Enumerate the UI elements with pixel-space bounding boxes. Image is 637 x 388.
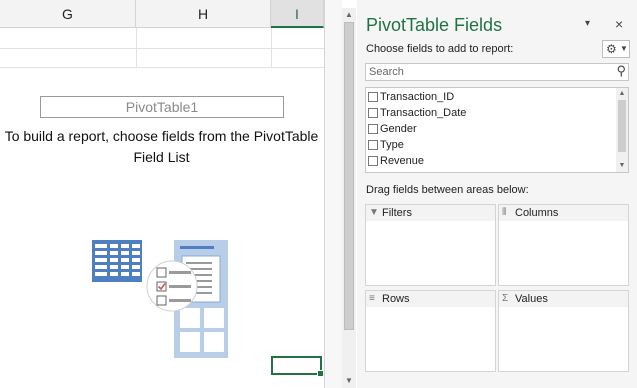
pivot-placeholder[interactable]: PivotTable1 To build a report, choose fi… bbox=[0, 68, 323, 388]
active-cell[interactable] bbox=[271, 356, 324, 377]
choose-fields-label: Choose fields to add to report: bbox=[366, 43, 514, 55]
filter-icon: ▼ bbox=[369, 207, 379, 218]
field-checkbox[interactable] bbox=[368, 140, 378, 150]
gear-icon: ⚙ bbox=[606, 42, 617, 56]
vertical-scrollbar[interactable]: ▲ ▼ bbox=[342, 8, 356, 388]
pivottable-fields-pane: PivotTable Fields ▾ × Choose fields to a… bbox=[357, 0, 637, 388]
fill-handle[interactable] bbox=[317, 370, 324, 377]
column-header-h[interactable]: H bbox=[136, 0, 271, 28]
field-label: Transaction_ID bbox=[380, 91, 455, 103]
pane-title: PivotTable Fields bbox=[366, 15, 503, 35]
area-header: Σ Values bbox=[499, 291, 628, 307]
pane-splitter[interactable] bbox=[324, 0, 342, 388]
field-list: Transaction_ID Transaction_Date Gender T… bbox=[365, 87, 629, 173]
column-gridline bbox=[136, 28, 137, 68]
tools-button[interactable]: ⚙ ▼ bbox=[602, 40, 630, 58]
columns-area[interactable]: ⦀ Columns bbox=[498, 204, 629, 286]
field-list-scrollbar[interactable]: ▲ ▼ bbox=[616, 88, 628, 172]
field-label: Type bbox=[380, 139, 404, 151]
scroll-thumb[interactable] bbox=[344, 22, 354, 330]
field-label: Gender bbox=[380, 123, 417, 135]
scroll-up-icon[interactable]: ▲ bbox=[616, 88, 628, 100]
area-title: Values bbox=[515, 293, 548, 305]
pivot-instruction: To build a report, choose fields from th… bbox=[0, 126, 323, 168]
task-pane-options-icon[interactable]: ▾ bbox=[585, 18, 590, 29]
scroll-down-icon[interactable]: ▼ bbox=[342, 374, 356, 388]
columns-icon: ⦀ bbox=[502, 207, 507, 218]
column-header-i[interactable]: I bbox=[271, 0, 324, 28]
field-item-gender[interactable]: Gender bbox=[366, 121, 614, 137]
worksheet[interactable]: G H I PivotTable1 To build a report, cho… bbox=[0, 0, 324, 388]
field-item-transaction-id[interactable]: Transaction_ID bbox=[366, 89, 614, 105]
pivot-instruction-line2: Field List bbox=[133, 149, 190, 165]
area-title: Filters bbox=[382, 207, 412, 219]
area-header: ≡ Rows bbox=[366, 291, 495, 307]
chevron-down-icon: ▼ bbox=[620, 44, 628, 53]
search-icon[interactable]: ⚲ bbox=[616, 63, 626, 79]
column-header-g[interactable]: G bbox=[0, 0, 136, 28]
field-checkbox[interactable] bbox=[368, 92, 378, 102]
scroll-up-icon[interactable]: ▲ bbox=[342, 8, 356, 22]
drag-fields-label: Drag fields between areas below: bbox=[366, 184, 529, 196]
row-gridline bbox=[0, 48, 324, 49]
area-title: Rows bbox=[382, 293, 410, 305]
rows-area[interactable]: ≡ Rows bbox=[365, 290, 496, 372]
field-label: Revenue bbox=[380, 155, 425, 167]
rows-icon: ≡ bbox=[369, 293, 375, 304]
field-checkbox[interactable] bbox=[368, 124, 378, 134]
field-checkbox[interactable] bbox=[368, 156, 378, 166]
area-header: ⦀ Columns bbox=[499, 205, 628, 221]
scroll-down-icon[interactable]: ▼ bbox=[616, 160, 628, 172]
close-icon[interactable]: × bbox=[615, 16, 623, 32]
search-input[interactable] bbox=[366, 64, 609, 80]
field-checkbox[interactable] bbox=[368, 108, 378, 118]
values-area[interactable]: Σ Values bbox=[498, 290, 629, 372]
area-title: Columns bbox=[515, 207, 559, 219]
pivot-illustration-icon bbox=[92, 240, 228, 358]
column-gridline bbox=[271, 28, 272, 68]
sigma-icon: Σ bbox=[502, 293, 509, 304]
pivot-table-name: PivotTable1 bbox=[40, 96, 284, 118]
search-field[interactable]: ⚲ bbox=[365, 63, 629, 81]
area-header: ▼ Filters bbox=[366, 205, 495, 221]
field-label: Transaction_Date bbox=[380, 107, 467, 119]
filters-area[interactable]: ▼ Filters bbox=[365, 204, 496, 286]
pivot-instruction-line1: To build a report, choose fields from th… bbox=[4, 128, 319, 144]
scroll-thumb[interactable] bbox=[618, 100, 626, 152]
field-item-transaction-date[interactable]: Transaction_Date bbox=[366, 105, 614, 121]
field-item-revenue[interactable]: Revenue bbox=[366, 153, 614, 169]
field-item-type[interactable]: Type bbox=[366, 137, 614, 153]
